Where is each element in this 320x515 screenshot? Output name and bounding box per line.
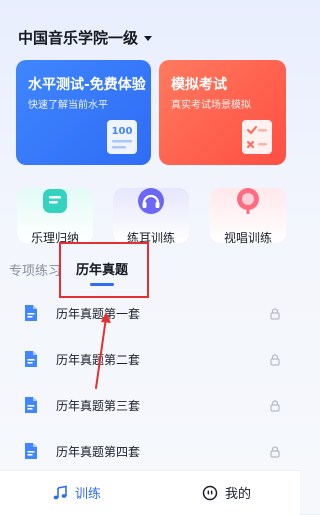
nav-train[interactable]: 训练 (52, 483, 101, 502)
mock-exam-title: 模拟考试 (171, 77, 227, 93)
sight-singing-label: 视唱训练 (223, 231, 272, 245)
paper-name: 历年真题第二套 (56, 353, 141, 367)
document-icon (24, 304, 38, 326)
annotation-highlight-box (59, 242, 149, 298)
paper-name: 历年真题第一套 (56, 307, 141, 321)
list-item[interactable]: 历年真题第三套 (0, 384, 300, 430)
level-test-card[interactable]: 水平测试-免费体验 快速了解当前水平 100 (16, 60, 151, 165)
app-screen: 中国音乐学院一级 水平测试-免费体验 快速了解当前水平 100 模拟考试 真实考… (0, 0, 300, 515)
level-test-subtitle: 快速了解当前水平 (28, 100, 108, 111)
mock-exam-subtitle: 真实考试场景模拟 (171, 100, 251, 111)
list-item[interactable]: 历年真题第一套 (0, 292, 300, 338)
book-icon (38, 184, 72, 222)
level-title: 中国音乐学院一级 (18, 29, 139, 47)
theory-summary-button[interactable]: 乐理归纳 (17, 188, 93, 245)
ear-training-button[interactable]: 练耳训练 (113, 188, 189, 245)
face-icon (202, 485, 218, 501)
document-icon (24, 350, 38, 372)
music-note-icon (52, 485, 68, 501)
nav-me-label: 我的 (225, 487, 252, 502)
list-item[interactable]: 历年真题第二套 (0, 338, 300, 384)
document-icon (24, 396, 38, 418)
level-test-title: 水平测试-免费体验 (28, 77, 146, 93)
lock-icon (270, 305, 280, 324)
nav-me[interactable]: 我的 (202, 483, 251, 502)
document-icon (24, 442, 38, 464)
nav-train-label: 训练 (75, 487, 102, 502)
level-selector[interactable]: 中国音乐学院一级 (18, 27, 153, 48)
headphones-icon (134, 184, 168, 222)
tab-special-practice[interactable]: 专项练习 (9, 260, 61, 279)
lock-icon (270, 397, 280, 416)
caret-down-icon (144, 36, 153, 41)
paper-name: 历年真题第三套 (56, 399, 141, 413)
svg-text:100: 100 (112, 126, 133, 137)
sight-singing-button[interactable]: 视唱训练 (210, 188, 286, 245)
lock-icon (270, 351, 280, 370)
lock-icon (270, 443, 280, 462)
paper-name: 历年真题第四套 (56, 445, 141, 459)
exam-paper-icon (240, 118, 274, 160)
practice-tabs: 专项练习 历年真题 (0, 256, 300, 286)
bottom-navigation: 训练 我的 (0, 470, 300, 515)
mock-exam-card[interactable]: 模拟考试 真实考试场景模拟 (159, 60, 286, 165)
microphone-icon (231, 184, 265, 222)
score-100-icon: 100 (105, 118, 139, 160)
